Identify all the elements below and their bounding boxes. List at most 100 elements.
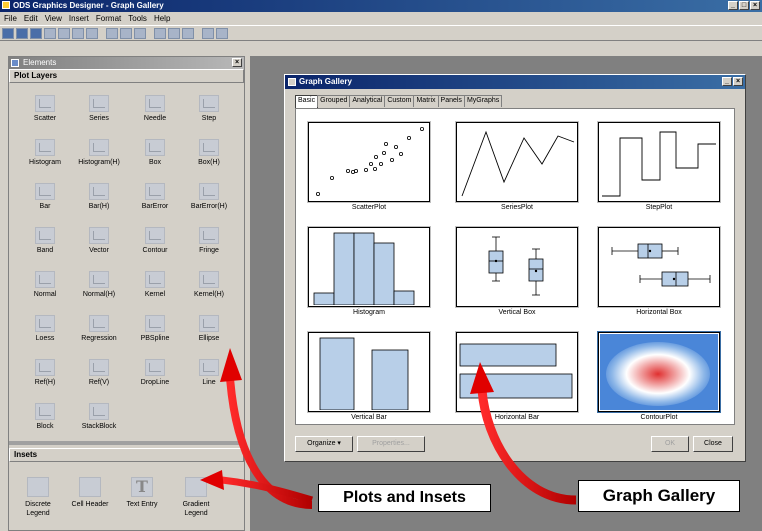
tab-matrix[interactable]: Matrix: [413, 95, 439, 107]
redo-icon[interactable]: [120, 27, 132, 39]
organize-button[interactable]: Organize ▾: [295, 436, 353, 452]
plot-layer-label: Histogram(H): [78, 159, 120, 166]
plot-layer-bar-h[interactable]: Bar(H): [71, 183, 127, 215]
code-icon[interactable]: [168, 27, 180, 39]
plot-layer-dropline[interactable]: DropLine: [127, 359, 183, 391]
inset-cell-header[interactable]: Cell Header: [65, 477, 115, 509]
maximize-button[interactable]: □: [739, 1, 749, 10]
ok-button[interactable]: OK: [651, 436, 689, 452]
plot-layer-bar-error[interactable]: BarError: [127, 183, 183, 215]
plot-layer-label: Ref(V): [88, 379, 110, 386]
plot-layer-block[interactable]: Block: [17, 403, 73, 435]
tab-basic[interactable]: Basic: [295, 95, 319, 108]
plot-layer-box[interactable]: Box: [127, 139, 183, 171]
new-icon[interactable]: [2, 27, 14, 39]
menu-view[interactable]: View: [45, 12, 62, 25]
bar-h-icon: [89, 183, 109, 200]
plot-layer-label: Ellipse: [198, 335, 220, 342]
plot-layer-loess[interactable]: Loess: [17, 315, 73, 347]
plot-layer-bar[interactable]: Bar: [17, 183, 73, 215]
tab-grouped[interactable]: Grouped: [317, 95, 351, 107]
print-icon[interactable]: [72, 27, 84, 39]
save-all-icon[interactable]: [44, 27, 56, 39]
plots-and-insets-callout: Plots and Insets: [318, 484, 491, 512]
histogram-thumbnail: [307, 226, 431, 308]
plot-layer-needle[interactable]: Needle: [127, 95, 183, 127]
thumbnail-horizontal-box[interactable]: Horizontal Box: [597, 226, 721, 319]
preview-icon[interactable]: [86, 27, 98, 39]
elements-close-button[interactable]: ×: [232, 58, 242, 67]
plot-layer-histogram-h[interactable]: Histogram(H): [71, 139, 127, 171]
plot-layers-header[interactable]: Plot Layers: [9, 69, 244, 83]
menu-insert[interactable]: Insert: [69, 12, 89, 25]
normal-icon: [35, 271, 55, 288]
undo-icon[interactable]: [106, 27, 118, 39]
copy-icon[interactable]: [134, 27, 146, 39]
thumbnail-step-plot[interactable]: StepPlot: [597, 121, 721, 214]
inset-gradient-legend[interactable]: Gradient Legend: [171, 477, 221, 518]
plot-layer-ref-v[interactable]: Ref(V): [71, 359, 127, 391]
tab-analytical[interactable]: Analytical: [349, 95, 386, 107]
export-icon[interactable]: [58, 27, 70, 39]
pbspline-icon: [145, 315, 165, 332]
plot-layer-pbspline[interactable]: PBSpline: [127, 315, 183, 347]
insets-header[interactable]: Insets: [9, 448, 244, 462]
menu-help[interactable]: Help: [154, 12, 170, 25]
gallery-window-controls: _ ×: [722, 77, 743, 86]
plot-layer-regression[interactable]: Regression: [71, 315, 127, 347]
inset-text-entry[interactable]: T Text Entry: [117, 477, 167, 509]
thumbnail-horizontal-bar[interactable]: Horizontal Bar: [455, 331, 579, 424]
plot-layer-line[interactable]: Line: [181, 359, 237, 391]
plot-layer-vector[interactable]: Vector: [71, 227, 127, 259]
tab-custom[interactable]: Custom: [384, 95, 415, 107]
plot-layers-grid: Scatter Series Needle Step Histogram Histogra…: [9, 83, 244, 430]
plot-layer-scatter[interactable]: Scatter: [17, 95, 73, 127]
plot-layer-box-h[interactable]: Box(H): [181, 139, 237, 171]
thumbnail-series-plot[interactable]: SeriesPlot: [455, 121, 579, 214]
menu-tools[interactable]: Tools: [128, 12, 147, 25]
plot-layer-contour[interactable]: Contour: [127, 227, 183, 259]
plot-layer-kernel-h[interactable]: Kernel(H): [181, 271, 237, 303]
tab-panels[interactable]: Panels: [437, 95, 465, 107]
zoom-out-icon[interactable]: [216, 27, 228, 39]
plot-layer-stackblock[interactable]: StackBlock: [71, 403, 127, 435]
thumbnail-contour-plot[interactable]: ContourPlot: [597, 331, 721, 424]
plot-layer-histogram[interactable]: Histogram: [17, 139, 73, 171]
plot-layer-normal-h[interactable]: Normal(H): [71, 271, 127, 303]
plot-layer-label: Step: [201, 115, 217, 122]
normal-h-icon: [89, 271, 109, 288]
plot-layer-ellipse[interactable]: Ellipse: [181, 315, 237, 347]
thumbnail-histogram[interactable]: Histogram: [307, 226, 431, 319]
zoom-in-icon[interactable]: [202, 27, 214, 39]
plot-layer-series[interactable]: Series: [71, 95, 127, 127]
thumbnail-scatter-plot[interactable]: ScatterPlot: [307, 121, 431, 214]
plot-layer-fringe[interactable]: Fringe: [181, 227, 237, 259]
gallery-tab-pane: ScatterPlot SeriesPlot StepPlot Histogra…: [295, 108, 735, 425]
open-icon[interactable]: [16, 27, 28, 39]
properties-button[interactable]: Properties...: [357, 436, 425, 452]
save-icon[interactable]: [30, 27, 42, 39]
horizontal-bar-thumbnail: [455, 331, 579, 413]
menu-file[interactable]: File: [4, 12, 17, 25]
close-button[interactable]: ×: [750, 1, 760, 10]
tab-mygraphs[interactable]: MyGraphs: [463, 95, 503, 107]
title-bar: ODS Graphics Designer - Graph Gallery _ …: [0, 0, 762, 12]
plot-layer-bar-error-h[interactable]: BarError(H): [181, 183, 237, 215]
gallery-close-button[interactable]: ×: [733, 77, 743, 86]
thumbnail-vertical-bar[interactable]: Vertical Bar: [307, 331, 431, 424]
menu-edit[interactable]: Edit: [24, 12, 38, 25]
plot-layer-normal[interactable]: Normal: [17, 271, 73, 303]
inset-discrete-legend[interactable]: Discrete Legend: [13, 477, 63, 518]
plot-layer-ref-h[interactable]: Ref(H): [17, 359, 73, 391]
data-icon[interactable]: [154, 27, 166, 39]
menu-format[interactable]: Format: [96, 12, 121, 25]
plot-layer-step[interactable]: Step: [181, 95, 237, 127]
gallery-icon[interactable]: [182, 27, 194, 39]
thumbnail-vertical-box[interactable]: Vertical Box: [455, 226, 579, 319]
panel-splitter[interactable]: [9, 441, 244, 445]
minimize-button[interactable]: _: [728, 1, 738, 10]
plot-layer-band[interactable]: Band: [17, 227, 73, 259]
plot-layer-kernel[interactable]: Kernel: [127, 271, 183, 303]
gallery-minimize-button[interactable]: _: [722, 77, 732, 86]
close-dialog-button[interactable]: Close: [693, 436, 733, 452]
